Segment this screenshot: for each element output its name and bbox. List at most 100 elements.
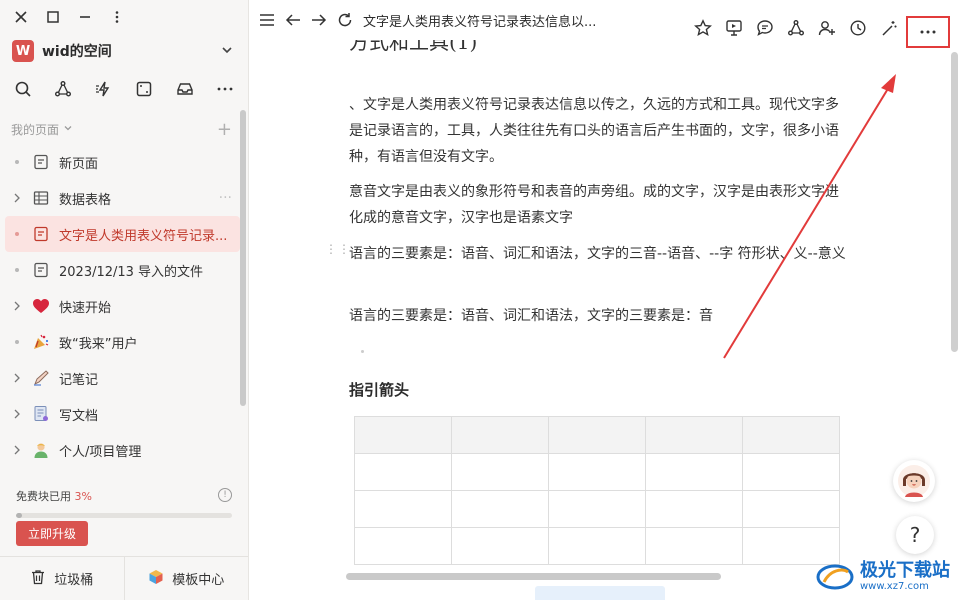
window-controls xyxy=(12,8,126,26)
sidebar: W wid的空间 我的页面 + 新页面 数据表格 ··· 文字是人类用表义符号记… xyxy=(0,0,249,600)
sidebar-item-label: 快速开始 xyxy=(59,300,112,316)
chevron-right-icon[interactable] xyxy=(11,373,23,383)
search-icon[interactable] xyxy=(12,78,34,100)
bullet-dot xyxy=(11,340,23,344)
paragraph-2[interactable]: 意音文字是由表义的象形符号和表音的声旁组。成的文字，汉字是由表形文字进化成的意音… xyxy=(349,179,849,231)
more-horizontal-icon xyxy=(920,30,936,34)
watermark: 极光下载站 www.xz7.com xyxy=(816,562,950,592)
share-network-icon[interactable] xyxy=(786,18,806,38)
sidebar-item-write-docs[interactable]: 写文档 xyxy=(5,396,240,432)
sidebar-item-label: 文字是人类用表义符号记录... xyxy=(59,228,228,244)
page-icon xyxy=(31,224,51,244)
sidebar-item-project-management[interactable]: 个人/项目管理 xyxy=(5,432,240,468)
chevron-right-icon[interactable] xyxy=(11,193,23,203)
space-name: wid的空间 xyxy=(42,44,112,60)
dice-icon[interactable] xyxy=(133,78,155,100)
info-icon[interactable]: ! xyxy=(218,488,232,502)
more-horizontal-icon[interactable]: ··· xyxy=(219,190,232,206)
sidebar-item-label: 数据表格 xyxy=(59,192,112,208)
more-horizontal-icon[interactable] xyxy=(214,78,236,100)
drag-handle-icon[interactable]: ⋮⋮ xyxy=(325,243,351,255)
page-icon xyxy=(31,260,51,280)
help-button[interactable]: ? xyxy=(896,516,934,554)
flash-icon[interactable] xyxy=(93,78,115,100)
trash-button[interactable]: 垃圾桶 xyxy=(0,557,124,600)
refresh-icon[interactable] xyxy=(335,10,355,30)
sidebar-item-imported-file[interactable]: 2023/12/13 导入的文件 xyxy=(5,252,240,288)
menu-icon[interactable] xyxy=(257,10,277,30)
inbox-icon[interactable] xyxy=(174,78,196,100)
kebab-menu-icon[interactable] xyxy=(108,8,126,26)
bullet-dot xyxy=(11,160,23,164)
paragraph-1[interactable]: 、文字是人类用表义符号记录表达信息以传之，久远的方式和工具。现代文字多是记录语言… xyxy=(349,92,849,170)
star-icon[interactable] xyxy=(693,18,713,38)
add-page-icon[interactable]: + xyxy=(217,119,232,140)
watermark-name: 极光下载站 xyxy=(860,560,950,581)
assistant-avatar-button[interactable] xyxy=(893,460,935,502)
presentation-icon[interactable] xyxy=(724,18,744,38)
watermark-text: 极光下载站 www.xz7.com xyxy=(860,562,950,592)
paragraph-3[interactable]: 语言的三要素是：语音、词汇和语法，文字的三音--语音、--字 符形状、义--意义 xyxy=(349,241,849,267)
document-heading: 方式和工具(1) xyxy=(349,40,478,54)
sidebar-item-data-table[interactable]: 数据表格 ··· xyxy=(5,180,240,216)
document-toolbar: 文字是人类用表义符号记录表达信息以... xyxy=(249,0,960,48)
arrow-right-icon[interactable] xyxy=(309,10,329,30)
avatar xyxy=(898,465,930,497)
sidebar-item-new-page[interactable]: 新页面 xyxy=(5,144,240,180)
space-avatar: W xyxy=(12,40,34,62)
comment-icon[interactable] xyxy=(755,18,775,38)
sidebar-toolbar xyxy=(12,78,236,100)
document-title: 文字是人类用表义符号记录表达信息以... xyxy=(363,14,597,30)
sidebar-item-label: 写文档 xyxy=(59,408,99,424)
person-icon xyxy=(31,440,51,460)
question-icon: ? xyxy=(909,523,921,547)
trash-icon xyxy=(30,569,46,589)
space-switcher[interactable]: W wid的空间 xyxy=(12,38,234,64)
my-pages-header[interactable]: 我的页面 + xyxy=(11,119,232,140)
sidebar-item-label: 个人/项目管理 xyxy=(59,444,142,460)
chevron-right-icon[interactable] xyxy=(11,409,23,419)
chevron-down-icon xyxy=(220,42,234,61)
maximize-icon[interactable] xyxy=(44,8,62,26)
sidebar-scrollbar[interactable] xyxy=(240,110,246,406)
add-user-icon[interactable] xyxy=(817,18,837,38)
templates-label: 模板中心 xyxy=(172,573,225,588)
usage-progress-fill xyxy=(16,513,23,518)
arrow-left-icon[interactable] xyxy=(283,10,303,30)
usage-label: 免费块已用 xyxy=(16,490,71,503)
table-row xyxy=(354,490,840,528)
close-icon[interactable] xyxy=(12,8,30,26)
chevron-right-icon[interactable] xyxy=(11,301,23,311)
sidebar-footer: 垃圾桶 模板中心 xyxy=(0,556,248,600)
share-network-icon[interactable] xyxy=(52,78,74,100)
sidebar-item-welcome[interactable]: 致“我来”用户 xyxy=(5,324,240,360)
sidebar-item-label: 致“我来”用户 xyxy=(59,336,138,352)
table-row xyxy=(354,453,840,491)
content-vertical-scrollbar[interactable] xyxy=(951,52,958,352)
bottom-toolbar-chip[interactable] xyxy=(535,586,665,600)
usage-meter: 免费块已用 3% ! xyxy=(16,488,232,518)
upgrade-button[interactable]: 立即升级 xyxy=(16,521,88,546)
chevron-right-icon[interactable] xyxy=(11,445,23,455)
bullet-dot xyxy=(11,268,23,272)
watermark-logo-icon xyxy=(816,564,854,590)
page-tree: 新页面 数据表格 ··· 文字是人类用表义符号记录... 2023/12/13 … xyxy=(5,144,240,468)
paragraph-4[interactable]: 语言的三要素是：语音、词汇和语法，文字的三要素是：音 xyxy=(349,303,849,329)
section-title: 我的页面 xyxy=(11,122,60,137)
party-icon xyxy=(31,332,51,352)
sidebar-item-current-doc[interactable]: 文字是人类用表义符号记录... xyxy=(5,216,240,252)
magic-wand-icon[interactable] xyxy=(879,18,899,38)
sidebar-item-label: 新页面 xyxy=(59,156,99,172)
app-window: W wid的空间 我的页面 + 新页面 数据表格 ··· 文字是人类用表义符号记… xyxy=(0,0,960,600)
table-horizontal-scrollbar[interactable] xyxy=(346,573,721,580)
subheading[interactable]: 指引箭头 xyxy=(349,379,409,400)
sidebar-item-notes[interactable]: 记笔记 xyxy=(5,360,240,396)
cube-icon xyxy=(148,569,164,589)
watermark-url: www.xz7.com xyxy=(860,581,929,592)
empty-block-dot xyxy=(361,350,364,353)
templates-button[interactable]: 模板中心 xyxy=(123,557,249,600)
sidebar-item-quick-start[interactable]: 快速开始 xyxy=(5,288,240,324)
content-table[interactable] xyxy=(354,416,840,565)
minimize-icon[interactable] xyxy=(76,8,94,26)
history-icon[interactable] xyxy=(848,18,868,38)
